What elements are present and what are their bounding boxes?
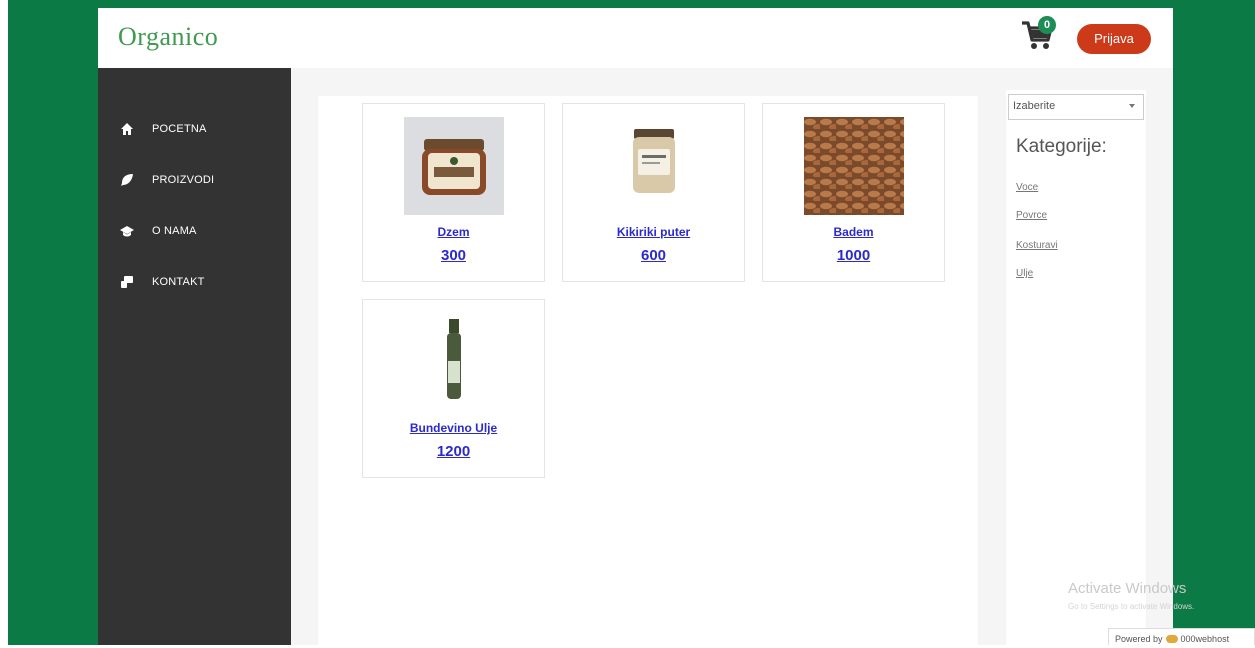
sidebar-item-pocetna[interactable]: POCETNA [120, 122, 207, 136]
product-name[interactable]: Dzem [363, 225, 544, 239]
page-frame: Organico 0 Prijava POCETNA PROIZVODI O N… [98, 8, 1173, 648]
logo-text: Organico [118, 22, 219, 51]
left-edge [0, 0, 8, 648]
product-grid: Dzem 300 Kikiriki puter 600 Badem 1000 B… [318, 96, 978, 648]
header: Organico 0 Prijava [98, 8, 1173, 68]
home-icon [121, 123, 133, 135]
cart-icon[interactable]: 0 [1020, 16, 1060, 54]
sidebar-item-kontakt[interactable]: KONTAKT [120, 275, 205, 289]
product-name[interactable]: Kikiriki puter [563, 225, 744, 239]
sidebar-item-label: O NAMA [152, 225, 197, 237]
category-link-voce[interactable]: Voce [1016, 182, 1038, 193]
product-price[interactable]: 1000 [763, 247, 944, 264]
cart-count-badge: 0 [1038, 16, 1056, 34]
activate-windows-subtitle: Go to Settings to activate Windows. [1068, 602, 1195, 611]
product-name[interactable]: Bundevino Ulje [363, 421, 544, 435]
sidebar-item-o-nama[interactable]: O NAMA [120, 224, 197, 238]
graduation-cap-icon [120, 226, 134, 237]
product-card: Badem 1000 [762, 103, 945, 282]
almonds-image [804, 117, 904, 215]
sidebar: POCETNA PROIZVODI O NAMA KONTAKT [98, 68, 291, 648]
product-card: Dzem 300 [362, 103, 545, 282]
powered-by-text: Powered by [1115, 634, 1163, 644]
peanut-butter-jar-image [604, 117, 704, 215]
logo[interactable]: Organico [118, 22, 218, 52]
sidebar-item-label: PROIZVODI [152, 174, 215, 186]
activate-windows-title: Activate Windows [1068, 580, 1187, 597]
sidebar-item-label: KONTAKT [152, 276, 205, 288]
category-link-ulje[interactable]: Ulje [1016, 268, 1033, 279]
category-panel: Izaberite Kategorije: Voce Povrce Kostur… [1006, 90, 1146, 648]
product-name[interactable]: Badem [763, 225, 944, 239]
sidebar-item-label: POCETNA [152, 123, 207, 135]
sort-select[interactable]: Izaberite [1008, 94, 1144, 120]
product-card: Bundevino Ulje 1200 [362, 299, 545, 478]
product-price[interactable]: 600 [563, 247, 744, 264]
category-link-povrce[interactable]: Povrce [1016, 210, 1047, 221]
leaf-icon [121, 174, 133, 186]
sort-select-value: Izaberite [1013, 100, 1056, 112]
contact-icon [121, 276, 133, 288]
login-button[interactable]: Prijava [1077, 24, 1151, 54]
jam-jar-image [404, 117, 504, 215]
categories-heading: Kategorije: [1016, 136, 1107, 157]
host-logo-icon [1165, 635, 1178, 643]
product-price[interactable]: 1200 [363, 443, 544, 460]
product-card: Kikiriki puter 600 [562, 103, 745, 282]
powered-by-brand: 000webhost [1180, 634, 1230, 644]
oil-bottle-image [404, 313, 504, 411]
chevron-down-icon [1129, 104, 1135, 108]
product-price[interactable]: 300 [363, 247, 544, 264]
category-link-kosturavi[interactable]: Kosturavi [1016, 240, 1058, 251]
sidebar-item-proizvodi[interactable]: PROIZVODI [120, 173, 214, 187]
